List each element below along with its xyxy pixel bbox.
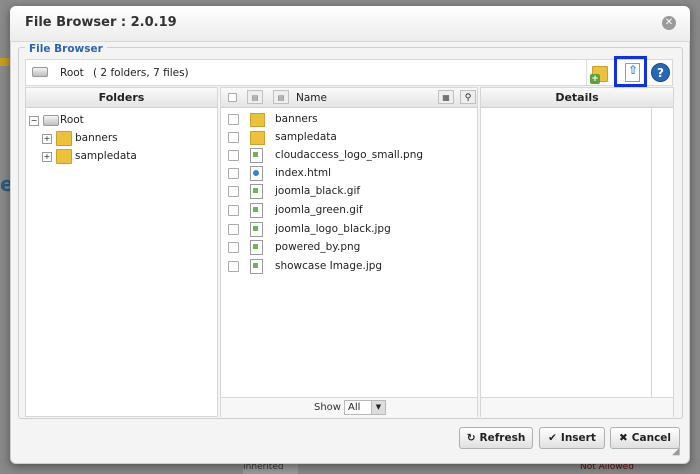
row-checkbox[interactable] bbox=[228, 242, 239, 253]
image-file-icon bbox=[250, 222, 263, 237]
folders-header: Folders bbox=[26, 88, 217, 108]
row-checkbox[interactable] bbox=[228, 261, 239, 272]
file-row[interactable]: showcase Image.jpg bbox=[221, 257, 477, 275]
toolbar-divider bbox=[586, 60, 587, 85]
row-checkbox[interactable] bbox=[228, 224, 239, 235]
search-icon[interactable]: ⚲ bbox=[460, 90, 476, 104]
cancel-button[interactable]: ✖ Cancel bbox=[610, 427, 680, 449]
file-name: joomla_logo_black.jpg bbox=[275, 223, 391, 235]
insert-button[interactable]: ✔ Insert bbox=[539, 427, 605, 449]
drive-icon bbox=[32, 67, 48, 77]
file-name: index.html bbox=[275, 167, 331, 179]
file-row[interactable]: sampledata bbox=[221, 128, 477, 146]
resize-grip-icon[interactable]: ◢ bbox=[672, 446, 684, 458]
file-row[interactable]: powered_by.png bbox=[221, 238, 477, 256]
file-name: sampledata bbox=[275, 131, 337, 143]
folder-icon bbox=[250, 113, 265, 127]
refresh-label: Refresh bbox=[479, 432, 526, 444]
refresh-button[interactable]: ↻ Refresh bbox=[459, 427, 533, 449]
image-file-icon bbox=[250, 148, 263, 163]
tree-root-label: Root bbox=[60, 114, 84, 126]
row-checkbox[interactable] bbox=[228, 114, 239, 125]
tree-item-sampledata[interactable]: + sampledata bbox=[42, 148, 202, 164]
image-file-icon bbox=[250, 184, 263, 199]
row-checkbox[interactable] bbox=[228, 168, 239, 179]
file-name: banners bbox=[275, 113, 318, 125]
sort-icon[interactable]: ▤ bbox=[247, 90, 263, 104]
folder-icon bbox=[250, 131, 265, 145]
file-name: showcase Image.jpg bbox=[275, 260, 383, 272]
upload-button[interactable]: ⇧ bbox=[614, 56, 647, 87]
tree-item-label: banners bbox=[75, 132, 118, 144]
row-checkbox[interactable] bbox=[228, 205, 239, 216]
tree-item-banners[interactable]: + banners bbox=[42, 130, 202, 146]
folder-icon bbox=[56, 131, 72, 146]
path-info: ( 2 folders, 7 files) bbox=[93, 67, 189, 79]
close-icon[interactable]: ✕ bbox=[662, 16, 676, 30]
checkmark-icon: ✔ bbox=[548, 432, 557, 444]
drive-icon bbox=[43, 115, 59, 126]
tree-item-label: sampledata bbox=[75, 150, 137, 162]
image-file-icon bbox=[250, 259, 263, 274]
help-icon[interactable]: ? bbox=[651, 63, 670, 82]
file-row[interactable]: banners bbox=[221, 110, 477, 128]
row-checkbox[interactable] bbox=[228, 132, 239, 143]
details-header: Details bbox=[481, 88, 673, 108]
new-folder-button[interactable]: + bbox=[590, 61, 612, 84]
file-name: powered_by.png bbox=[275, 241, 361, 253]
image-file-icon bbox=[250, 203, 263, 218]
cancel-label: Cancel bbox=[631, 432, 672, 444]
image-file-icon bbox=[250, 240, 263, 255]
file-name: joomla_green.gif bbox=[275, 204, 363, 216]
name-column-header[interactable]: Name bbox=[296, 88, 327, 108]
file-name: joomla_black.gif bbox=[275, 185, 361, 197]
html-file-icon bbox=[250, 166, 263, 181]
expand-icon[interactable]: + bbox=[42, 134, 52, 144]
file-name: cloudaccess_logo_small.png bbox=[275, 149, 424, 161]
file-row[interactable]: index.html bbox=[221, 164, 477, 182]
show-label: Show bbox=[314, 402, 341, 413]
upload-icon: ⇧ bbox=[628, 63, 639, 77]
file-row[interactable]: joomla_logo_black.jpg bbox=[221, 220, 477, 238]
close-icon: ✖ bbox=[618, 432, 628, 444]
plus-icon: + bbox=[590, 74, 600, 84]
path-root-label[interactable]: Root bbox=[60, 66, 84, 80]
refresh-icon: ↻ bbox=[466, 432, 476, 444]
folder-icon bbox=[56, 149, 72, 164]
details-footer bbox=[481, 397, 673, 417]
expand-icon[interactable]: + bbox=[42, 152, 52, 162]
chevron-down-icon[interactable]: ▼ bbox=[371, 401, 385, 414]
fieldset-legend: File Browser bbox=[25, 42, 107, 56]
row-checkbox[interactable] bbox=[228, 150, 239, 161]
file-row[interactable]: joomla_green.gif bbox=[221, 201, 477, 219]
view-mode-icon[interactable]: ▦ bbox=[438, 90, 454, 104]
dialog-title: File Browser : 2.0.19 bbox=[25, 15, 177, 30]
tree-root[interactable]: − Root bbox=[29, 112, 149, 128]
details-pane bbox=[480, 87, 674, 417]
select-all-checkbox[interactable] bbox=[228, 93, 237, 102]
collapse-icon[interactable]: − bbox=[29, 116, 39, 126]
file-row[interactable]: cloudaccess_logo_small.png bbox=[221, 146, 477, 164]
sort-icon[interactable]: ▤ bbox=[273, 90, 289, 104]
details-divider bbox=[651, 108, 652, 397]
row-checkbox[interactable] bbox=[228, 186, 239, 197]
insert-label: Insert bbox=[560, 432, 596, 444]
file-row[interactable]: joomla_black.gif bbox=[221, 182, 477, 200]
